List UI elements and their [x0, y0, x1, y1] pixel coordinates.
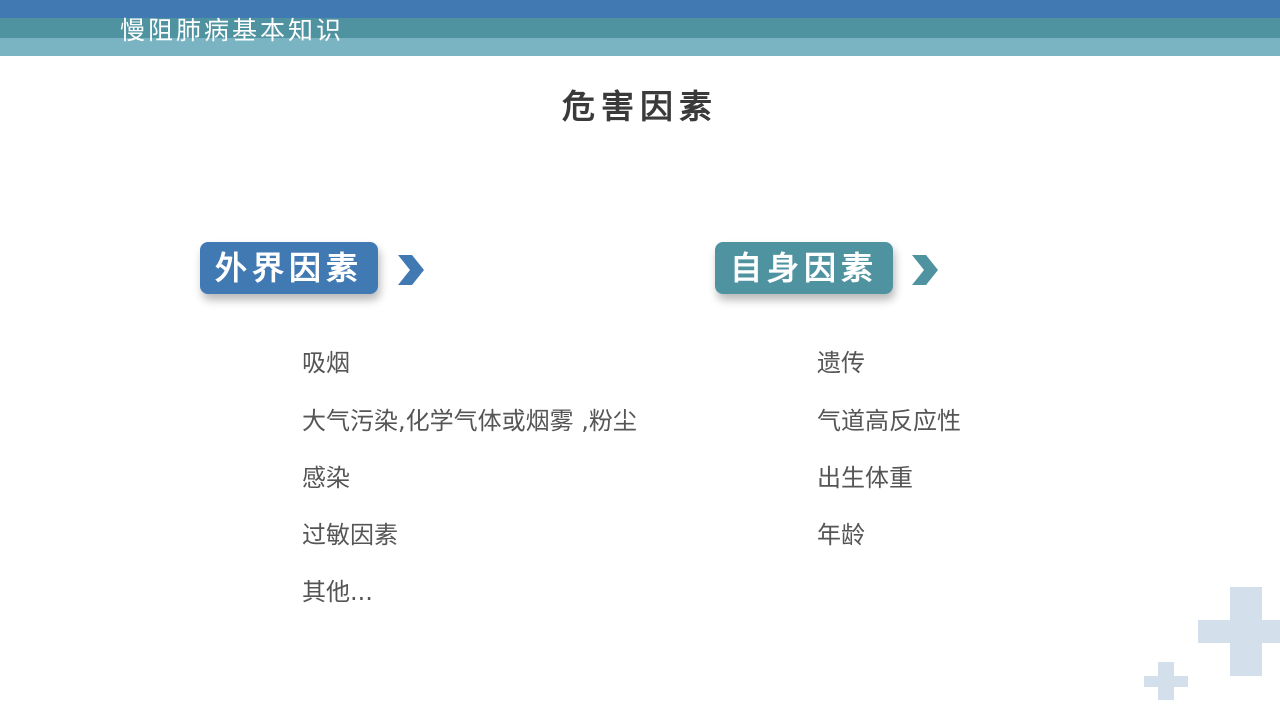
list-item: 吸烟	[302, 349, 350, 377]
external-factors-list: 吸烟 大气污染,化学气体或烟雾 ,粉尘 感染 过敏因素 其他...	[302, 344, 637, 631]
list-item: 大气污染,化学气体或烟雾 ,粉尘	[302, 407, 637, 435]
list-item: 气道高反应性	[817, 407, 961, 435]
header-title: 慢阻肺病基本知识	[120, 16, 345, 45]
list-item: 感染	[302, 464, 350, 492]
page-title: 危害因素	[562, 87, 718, 126]
internal-factors-list: 遗传 气道高反应性 出生体重 年龄	[817, 344, 961, 574]
chevron-right-icon	[398, 255, 424, 285]
list-item: 其他...	[302, 578, 373, 606]
list-item: 过敏因素	[302, 521, 398, 549]
external-factors-badge: 外界因素	[200, 242, 378, 294]
internal-factors-badge: 自身因素	[715, 242, 893, 294]
list-item: 出生体重	[817, 464, 913, 492]
cross-bar-horizontal	[1198, 620, 1280, 643]
list-item: 年龄	[817, 521, 865, 549]
chevron-right-icon	[912, 255, 938, 285]
list-item: 遗传	[817, 349, 865, 377]
cross-bar-horizontal	[1144, 676, 1188, 687]
slide: 慢阻肺病基本知识 危害因素 外界因素 自身因素 吸烟 大气污染,化学气体或烟雾 …	[0, 0, 1280, 720]
